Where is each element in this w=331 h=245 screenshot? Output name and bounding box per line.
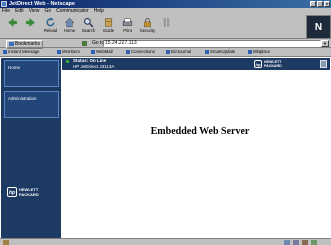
status-online-icon [66, 60, 69, 63]
home-button[interactable]: Home [61, 16, 78, 37]
menu-view[interactable]: View [29, 8, 40, 14]
mail-icon[interactable] [293, 240, 299, 245]
personal-item-connections[interactable]: Connections [126, 48, 155, 56]
hp-brand-line2: PACKARD [264, 64, 282, 68]
bookmark-icon [57, 49, 61, 54]
personal-item-bizjournal[interactable]: BizJournal [166, 48, 191, 56]
menu-communicator[interactable]: Communicator [56, 8, 89, 14]
hp-brand-line2: PACKARD [19, 192, 39, 197]
personal-item-mktplace[interactable]: Mktplace [248, 48, 270, 56]
personal-item-members[interactable]: Members [57, 48, 80, 56]
maximize-button[interactable]: □ [317, 1, 323, 7]
menu-edit[interactable]: Edit [15, 8, 24, 14]
page-title: Embedded Web Server [150, 126, 250, 137]
forward-arrow-icon [26, 18, 35, 27]
personal-item-smartupdate[interactable]: SmartUpdate [205, 48, 235, 56]
discussion-icon[interactable] [302, 240, 308, 245]
bookmark-icon [248, 49, 252, 54]
reload-button[interactable]: Reload [42, 16, 59, 37]
search-button[interactable]: Search [80, 16, 97, 37]
page-content: Home Administration hp HEWLETT PACKARD St… [0, 56, 331, 238]
page-proxy-icon[interactable] [82, 41, 87, 46]
device-icon[interactable] [320, 60, 327, 68]
personal-item-instant-message[interactable]: Instant Message [3, 48, 40, 56]
menu-bar: File Edit View Go Communicator Help [0, 8, 331, 15]
title-bar: JetDirect Web - Netscape _ □ × [0, 0, 331, 8]
personal-item-webmail[interactable]: WebMail [91, 48, 113, 56]
guide-label: Guide [102, 28, 115, 33]
reload-label: Reload [43, 28, 58, 33]
status-bar [0, 238, 331, 245]
hp-logo-header: hp HEWLETT PACKARD [254, 60, 310, 68]
device-model: HP JetDirect J3113A [73, 64, 115, 69]
security-icon [143, 18, 152, 28]
minimize-button[interactable]: _ [310, 1, 316, 7]
left-nav: Home Administration hp HEWLETT PACKARD [1, 58, 61, 238]
home-label: Home [63, 28, 76, 33]
personal-toolbar: Instant Message Members WebMail Connecti… [0, 48, 331, 56]
menu-file[interactable]: File [2, 8, 10, 14]
window-title: JetDirect Web - Netscape [9, 1, 75, 7]
search-icon [83, 17, 94, 28]
stop-button[interactable] [158, 16, 175, 37]
url-input[interactable]: 15.24.227.113 [103, 40, 321, 47]
guide-button[interactable]: Guide [100, 16, 117, 37]
page-header: Status: On Line HP JetDirect J3113A hp H… [62, 58, 330, 70]
security-button[interactable]: Security [139, 16, 156, 37]
location-bar: Bookmarks Go to: 15.24.227.113 ▼ [0, 39, 331, 49]
status-text: Status: On Line [73, 58, 107, 63]
netscape-app-icon [1, 1, 7, 7]
netscape-logo: N [306, 15, 331, 39]
menu-help[interactable]: Help [94, 8, 104, 14]
hp-logo-mark: hp [254, 60, 262, 68]
hp-logo-mark: hp [7, 187, 17, 197]
menu-go[interactable]: Go [44, 8, 51, 14]
reload-icon [46, 17, 55, 27]
nav-home[interactable]: Home [4, 60, 59, 87]
navigation-toolbar: Reload Home Search Guide Print Security [0, 15, 306, 39]
guide-icon [104, 18, 113, 27]
security-label: Security [139, 28, 156, 33]
print-button[interactable]: Print [119, 16, 136, 37]
print-label: Print [123, 28, 132, 33]
navigator-icon[interactable] [284, 240, 290, 245]
bookmark-icon [126, 49, 130, 54]
bookmark-icon [166, 49, 170, 54]
bookmarks-label: Bookmarks [15, 41, 41, 47]
hp-logo: hp HEWLETT PACKARD [7, 185, 54, 201]
composer-icon[interactable] [311, 240, 317, 245]
forward-button[interactable] [22, 16, 39, 37]
back-arrow-icon [8, 18, 17, 27]
person-icon [3, 49, 7, 54]
stop-icon [163, 18, 170, 27]
search-label: Search [81, 28, 96, 33]
print-icon [122, 18, 133, 27]
nav-administration[interactable]: Administration [4, 91, 59, 118]
bookmarks-icon [9, 41, 14, 46]
bookmark-icon [205, 49, 209, 54]
back-button[interactable] [4, 16, 21, 37]
bookmark-icon [91, 49, 95, 54]
home-icon [64, 17, 75, 28]
url-dropdown-button[interactable]: ▼ [321, 40, 329, 47]
security-lock-icon[interactable] [3, 240, 9, 245]
close-button[interactable]: × [324, 1, 330, 7]
